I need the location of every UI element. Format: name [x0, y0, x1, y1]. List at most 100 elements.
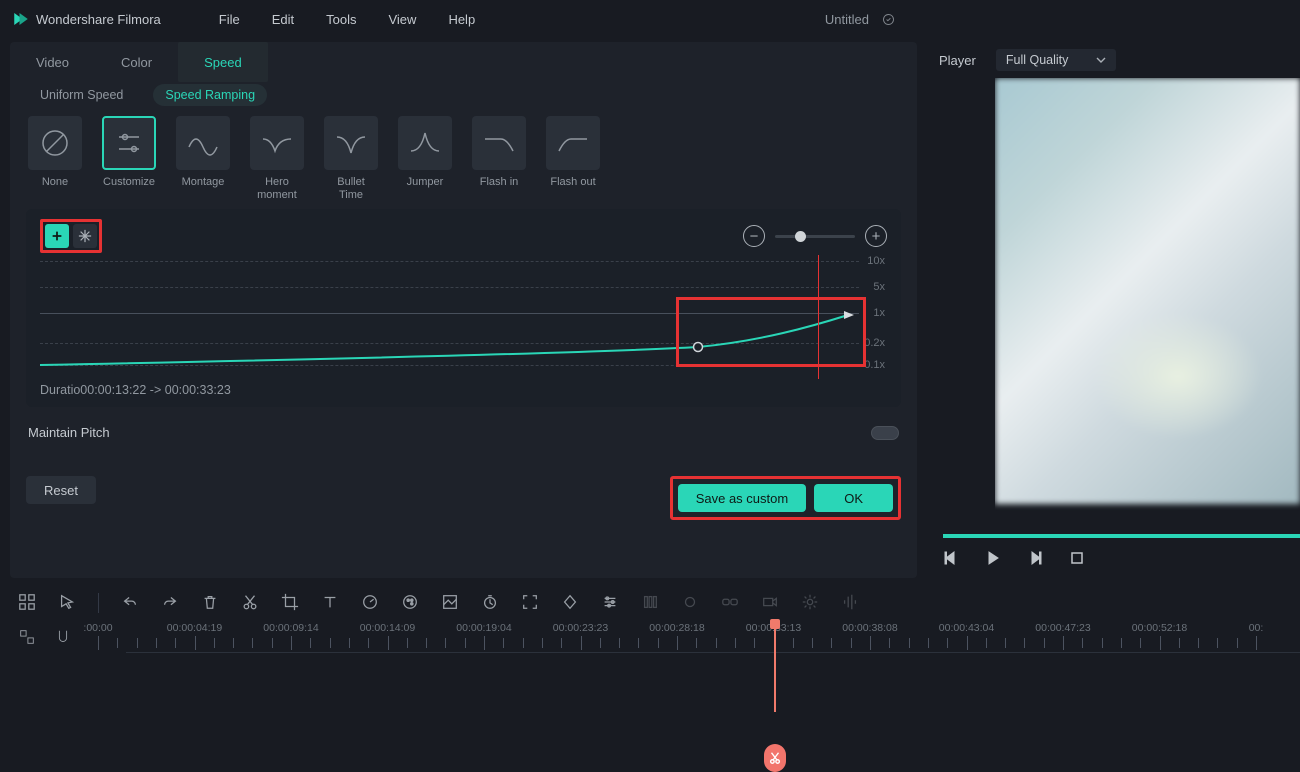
ruler-label: 00:00:04:19	[167, 622, 222, 634]
preset-label: Flash out	[550, 176, 595, 189]
scissors-icon[interactable]	[764, 744, 786, 772]
preset-montage[interactable]: Montage	[176, 116, 230, 201]
ruler-label: 00:00:28:18	[649, 622, 704, 634]
preset-jumper[interactable]: Jumper	[398, 116, 452, 201]
menu-tools[interactable]: Tools	[326, 12, 356, 27]
preset-label: Jumper	[407, 176, 444, 189]
menu-help[interactable]: Help	[448, 12, 475, 27]
delete-icon[interactable]	[201, 593, 219, 614]
preset-none[interactable]: None	[28, 116, 82, 201]
ruler-label: 00:00:09:14	[263, 622, 318, 634]
subtab-speed-ramping[interactable]: Speed Ramping	[153, 84, 267, 106]
save-as-custom-button[interactable]: Save as custom	[678, 484, 807, 512]
preset-customize[interactable]: Customize	[102, 116, 156, 201]
link-icon[interactable]	[721, 593, 739, 614]
timeline-ruler[interactable]: :00:0000:00:04:1900:00:09:1400:00:14:090…	[98, 622, 1300, 652]
ruler-label: 00:00:43:04	[939, 622, 994, 634]
auto-icon[interactable]	[761, 593, 779, 614]
undo-icon[interactable]	[121, 593, 139, 614]
cloud-sync-icon	[881, 12, 896, 27]
menu-edit[interactable]: Edit	[272, 12, 294, 27]
reset-button[interactable]: Reset	[26, 476, 96, 504]
preset-label: None	[42, 176, 68, 189]
crop-icon[interactable]	[281, 593, 299, 614]
menu-list: File Edit Tools View Help	[219, 12, 475, 27]
magnet-icon[interactable]	[54, 628, 72, 649]
player-viewport[interactable]	[995, 78, 1300, 534]
play-icon[interactable]	[985, 550, 1001, 566]
preset-label: Customize	[103, 176, 155, 189]
mixer-icon[interactable]	[641, 593, 659, 614]
ruler-label: 00:00:52:18	[1132, 622, 1187, 634]
gear-icon[interactable]	[801, 593, 819, 614]
wave3-icon	[333, 125, 369, 161]
ruler-label: 00:00:14:09	[360, 622, 415, 634]
menu-view[interactable]: View	[388, 12, 416, 27]
zoom-slider[interactable]	[775, 235, 855, 238]
record-icon[interactable]	[681, 593, 699, 614]
wave6-icon	[555, 125, 591, 161]
timeline-header: :00:00 00:00:04:19 00:00:09:14 00:00:14:09 0…	[0, 622, 1300, 652]
ruler-label: :00:00	[83, 622, 112, 634]
speed-sub-tabs: Uniform Speed Speed Ramping	[10, 82, 917, 116]
zoom-out-button[interactable]: −	[743, 225, 765, 247]
add-keyframe-button[interactable]	[45, 224, 69, 248]
wave1-icon	[185, 125, 221, 161]
sliders-icon	[111, 125, 147, 161]
ok-button[interactable]: OK	[814, 484, 893, 512]
player-progress[interactable]	[943, 534, 1300, 538]
timeline-toolbar	[0, 584, 1300, 622]
adjust-icon[interactable]	[601, 593, 619, 614]
snap-icon[interactable]	[18, 628, 36, 649]
preset-label: Flash in	[480, 176, 519, 189]
redo-icon[interactable]	[161, 593, 179, 614]
tab-speed[interactable]: Speed	[178, 42, 268, 82]
cursor-icon[interactable]	[58, 593, 76, 614]
menu-file[interactable]: File	[219, 12, 240, 27]
player-title: Player	[939, 53, 976, 68]
cut-icon[interactable]	[241, 593, 259, 614]
maintain-pitch-row: Maintain Pitch	[10, 407, 917, 440]
timer-icon[interactable]	[481, 593, 499, 614]
subtab-uniform-speed[interactable]: Uniform Speed	[28, 84, 135, 106]
color-icon[interactable]	[401, 593, 419, 614]
duration-readout: Duratio00:00:13:22 -> 00:00:33:23	[40, 383, 887, 397]
prev-frame-icon[interactable]	[943, 550, 959, 566]
audio-icon[interactable]	[841, 593, 859, 614]
tab-color[interactable]: Color	[95, 42, 178, 82]
next-frame-icon[interactable]	[1027, 550, 1043, 566]
timeline-tracks[interactable]	[126, 652, 1300, 710]
speed-icon[interactable]	[361, 593, 379, 614]
speed-graph[interactable]: 10x 5x 1x 0.2x 0.1x	[40, 255, 887, 373]
app-logo: Wondershare Filmora	[12, 10, 161, 28]
player-quality-dropdown[interactable]: Full Quality	[996, 49, 1117, 71]
y-label: 5x	[873, 281, 885, 293]
timeline-playhead[interactable]	[774, 622, 776, 712]
preset-label: Montage	[182, 176, 225, 189]
preset-hero-moment[interactable]: Hero moment	[250, 116, 304, 201]
maintain-pitch-label: Maintain Pitch	[28, 425, 110, 440]
expand-icon[interactable]	[521, 593, 539, 614]
preset-bullet-time[interactable]: Bullet Time	[324, 116, 378, 201]
confirm-button-group: Save as custom OK	[670, 476, 901, 520]
document-title-area: Untitled	[825, 12, 1288, 27]
ruler-label: 00:	[1249, 622, 1264, 634]
preview-frame	[995, 78, 1300, 504]
preset-flash-in[interactable]: Flash in	[472, 116, 526, 201]
stop-icon[interactable]	[1069, 550, 1085, 566]
ruler-label: 00:00:19:04	[456, 622, 511, 634]
keyframe-tool-group	[40, 219, 102, 253]
player-controls	[929, 538, 1300, 578]
zoom-in-button[interactable]: +	[865, 225, 887, 247]
tab-video[interactable]: Video	[10, 42, 95, 82]
document-title: Untitled	[825, 12, 869, 27]
preset-row: None Customize Montage Hero moment Bulle…	[10, 116, 917, 209]
chevron-down-icon	[1096, 55, 1106, 65]
freeze-frame-button[interactable]	[73, 224, 97, 248]
preset-flash-out[interactable]: Flash out	[546, 116, 600, 201]
keyframe-icon[interactable]	[561, 593, 579, 614]
greenscreen-icon[interactable]	[441, 593, 459, 614]
grid-icon[interactable]	[18, 593, 36, 614]
maintain-pitch-toggle[interactable]	[871, 426, 899, 440]
text-icon[interactable]	[321, 593, 339, 614]
